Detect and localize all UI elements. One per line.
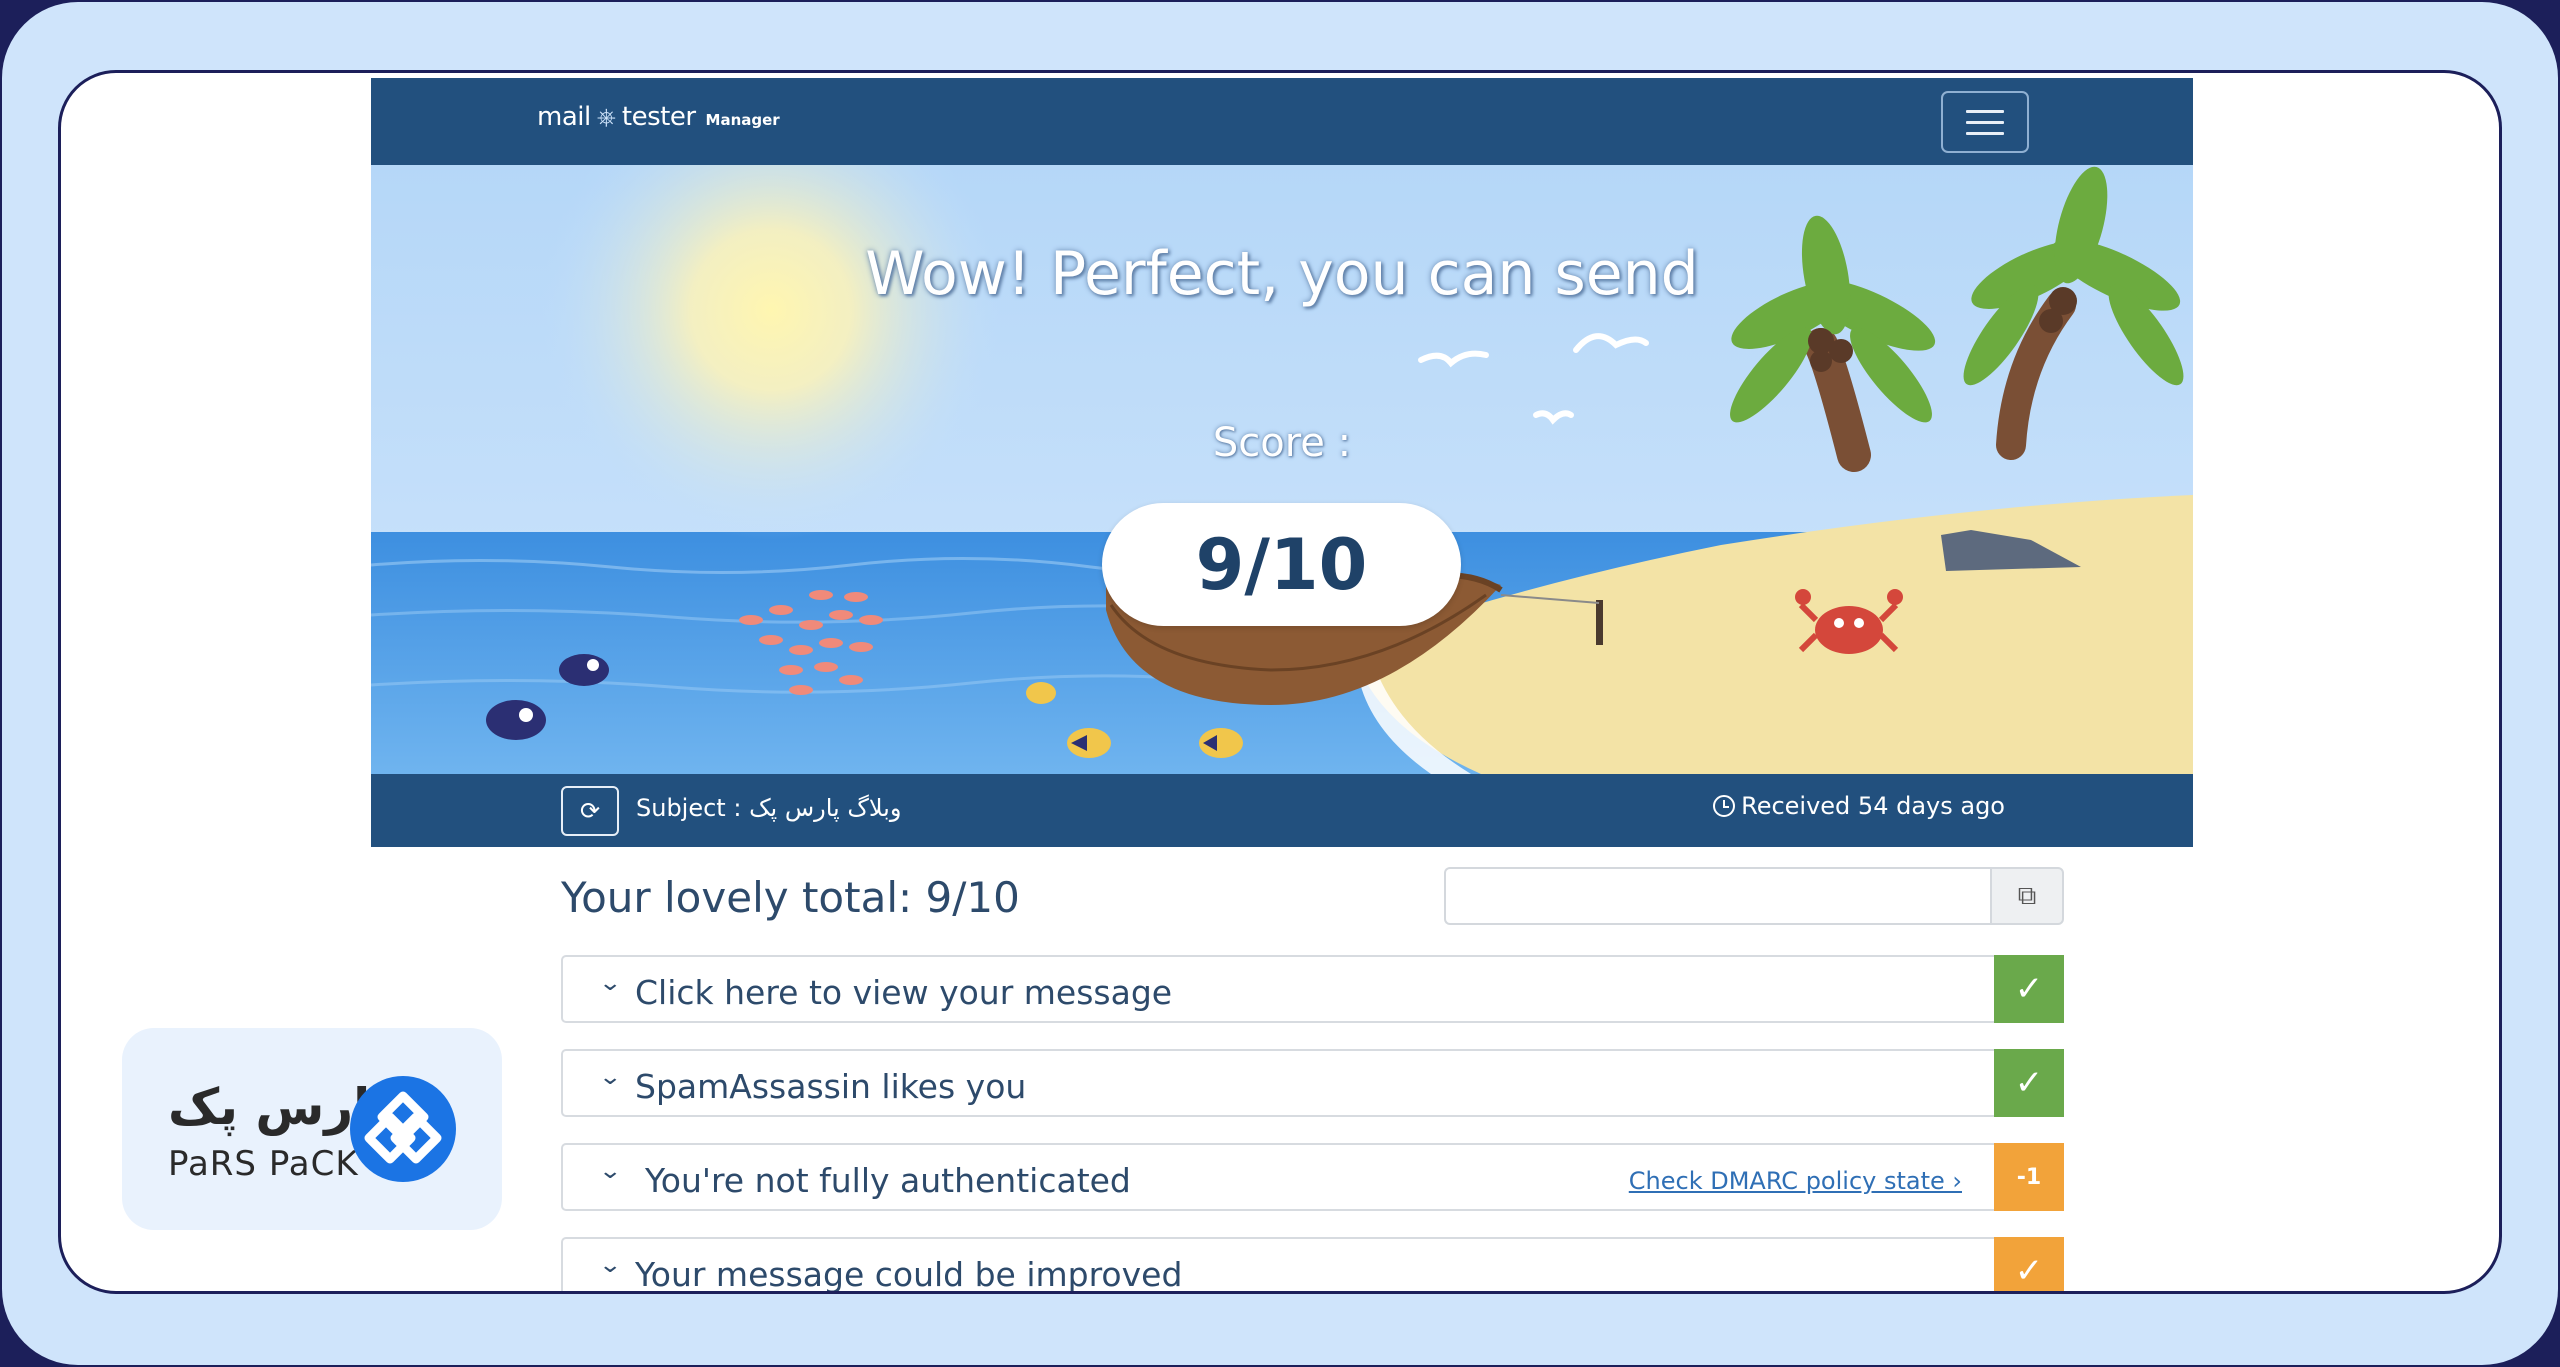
parspack-latin-text: PaRS PaCK (168, 1144, 359, 1184)
warning-check-badge: ✓ (1994, 1237, 2064, 1291)
parspack-watermark: پارس پک PaRS PaCK (122, 1028, 502, 1230)
menu-toggle-button[interactable] (1941, 91, 2029, 153)
received-text: Received 54 days ago (1741, 792, 2005, 820)
clock-icon (1713, 795, 1736, 817)
pass-check-badge: ✓ (1994, 1049, 2064, 1117)
received-info: Received 54 days ago (1713, 792, 2005, 820)
brand-second-text: tester (621, 102, 696, 132)
chevron-down-icon: ⌄ (598, 1253, 623, 1278)
copy-button[interactable]: ⧉ (1990, 867, 2064, 925)
chevron-down-icon: ⌄ (598, 1159, 623, 1184)
result-label: You're not fully authenticated (645, 1161, 1131, 1200)
hamburger-icon-line-3 (1966, 131, 2004, 135)
brand-main-text: mail (537, 102, 591, 132)
pass-check-badge: ✓ (1994, 955, 2064, 1023)
result-label: SpamAssassin likes you (635, 1067, 1027, 1106)
score-value: 9/10 (1102, 503, 1461, 626)
result-row-spamassassin[interactable]: ⌄ SpamAssassin likes you ✓ (561, 1049, 2064, 1117)
subject-bar: ⟳ Subject : وبلاگ پارس پک Received 54 da… (371, 774, 2193, 847)
mail-tester-app: mail ⎈ tester Manager Wow! Perfect, you … (371, 78, 2193, 1294)
chevron-down-icon: ⌄ (598, 1065, 623, 1090)
share-link-input[interactable] (1444, 867, 1990, 925)
result-row-improvements[interactable]: ⌄ Your message could be improved ✓ (561, 1237, 2064, 1294)
hero-banner: Wow! Perfect, you can send Score : 9/10 (371, 165, 2193, 774)
check-dmarc-link[interactable]: Check DMARC policy state › (1629, 1167, 1962, 1195)
result-label: Your message could be improved (635, 1255, 1183, 1294)
hamburger-icon-line-2 (1966, 120, 2004, 124)
hamburger-icon-line-1 (1966, 109, 2004, 113)
top-navbar: mail ⎈ tester Manager (371, 78, 2193, 165)
parspack-logo-icon (350, 1076, 456, 1182)
score-label: Score : (1212, 420, 1352, 466)
result-label: Click here to view your message (635, 973, 1173, 1012)
result-row-view-message[interactable]: ⌄ Click here to view your message ✓ (561, 955, 2064, 1023)
penalty-badge: -1 (1994, 1143, 2064, 1211)
chevron-down-icon: ⌄ (598, 971, 623, 996)
refresh-button[interactable]: ⟳ (561, 786, 619, 836)
brand-logo[interactable]: mail ⎈ tester Manager (537, 102, 780, 132)
subject-text: Subject : وبلاگ پارس پک (636, 794, 902, 822)
hero-title: Wow! Perfect, you can send (865, 239, 1699, 309)
ship-wheel-icon: ⎈ (596, 103, 616, 131)
total-score-heading: Your lovely total: 9/10 (561, 873, 1020, 922)
result-row-authentication[interactable]: ⌄ You're not fully authenticated Check D… (561, 1143, 2064, 1211)
brand-sub-text: Manager (705, 111, 780, 129)
screen-card: mail ⎈ tester Manager Wow! Perfect, you … (58, 70, 2502, 1294)
copy-icon: ⧉ (2017, 880, 2037, 911)
refresh-icon: ⟳ (579, 797, 601, 825)
